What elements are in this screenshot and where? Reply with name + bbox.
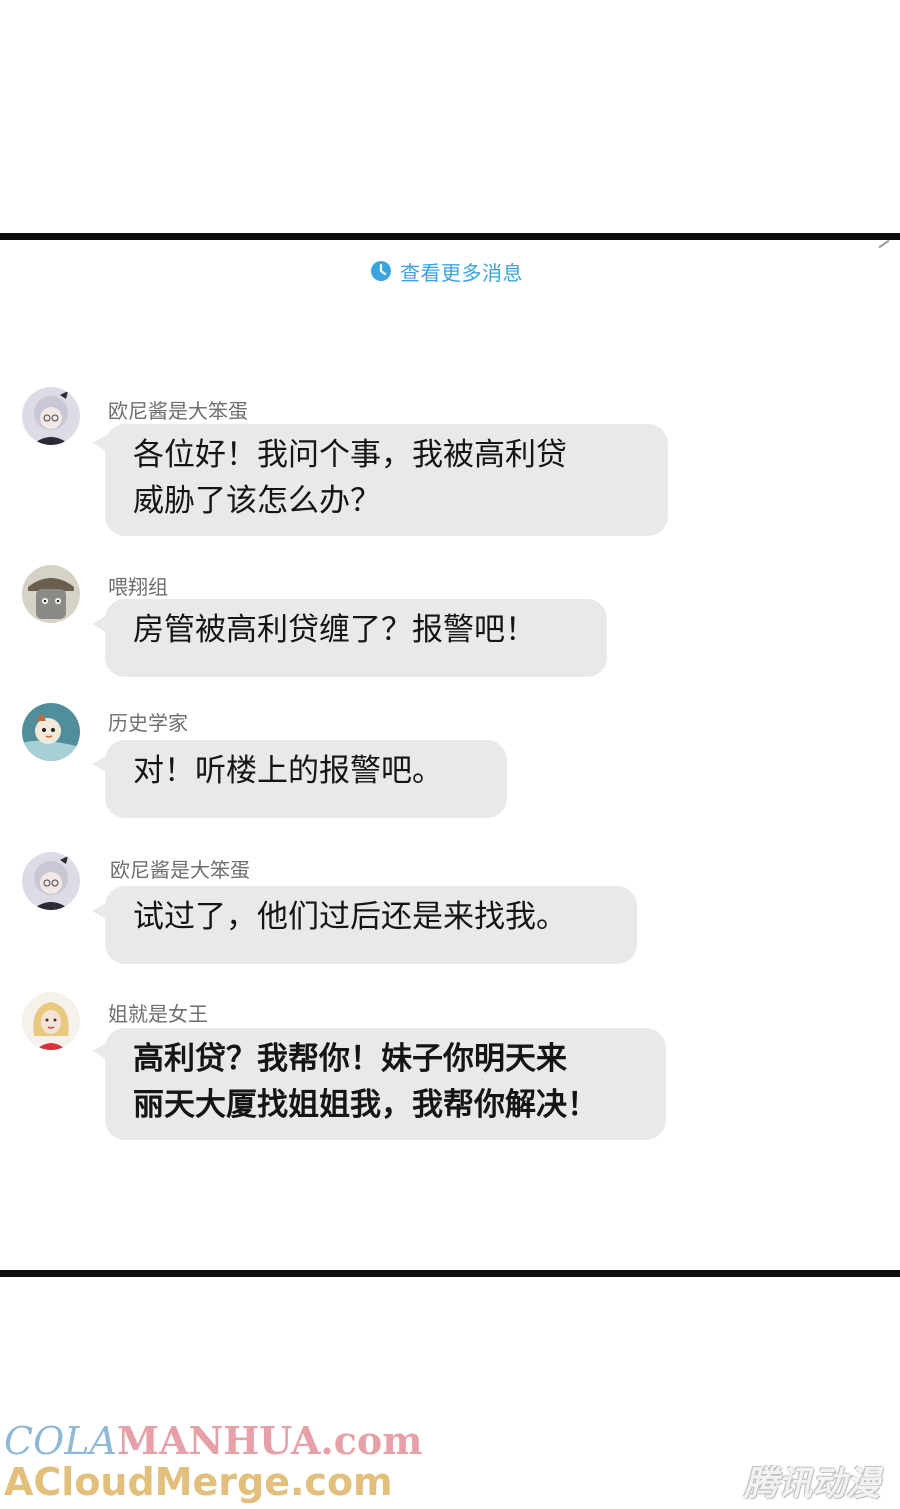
avatar[interactable] — [22, 703, 80, 761]
message-line: 试过了，他们过后还是来找我。 — [133, 899, 567, 935]
watermark-line-1: COLAMANHUA.com — [4, 1418, 422, 1463]
watermark-line-2: ACloudMerge.com — [4, 1460, 393, 1504]
avatar-cartoon-figure-icon — [22, 565, 80, 623]
message-line: 房管被高利贷缠了？报警吧！ — [133, 612, 536, 648]
avatar[interactable] — [22, 565, 80, 623]
avatar[interactable] — [22, 992, 80, 1050]
sender-name: 欧尼酱是大笨蛋 — [110, 858, 250, 882]
message-line: 对！听楼上的报警吧。 — [133, 753, 443, 789]
message-bubble[interactable]: 房管被高利贷缠了？报警吧！ — [105, 599, 607, 677]
bottom-divider — [0, 1270, 900, 1277]
watermark-part-b: MANHUA.com — [116, 1418, 423, 1463]
message-line: 各位好！我问个事，我被高利贷 — [133, 437, 567, 473]
message-line: 威胁了该怎么办？ — [133, 483, 381, 519]
message-bubble[interactable]: 试过了，他们过后还是来找我。 — [105, 886, 637, 964]
message-line: 高利贷？我帮你！妹子你明天来 — [133, 1041, 567, 1077]
message-line: 丽天大厦找姐姐我，我帮你解决！ — [133, 1087, 598, 1123]
avatar-cartoon-animal-icon — [22, 703, 80, 761]
sender-name: 喂翔组 — [108, 575, 168, 599]
view-more-messages-label: 查看更多消息 — [400, 260, 523, 285]
top-divider — [0, 233, 900, 240]
message-bubble[interactable]: 对！听楼上的报警吧。 — [105, 740, 507, 818]
view-more-messages-link[interactable]: 查看更多消息 — [370, 256, 523, 286]
watermark-part-a: COLA — [4, 1419, 117, 1463]
sender-name: 姐就是女王 — [108, 1002, 208, 1026]
avatar[interactable] — [22, 852, 80, 910]
avatar-silver-hair-girl-icon — [22, 387, 80, 445]
corner-mark — [878, 239, 890, 249]
comic-page: 查看更多消息 欧尼酱是大笨蛋 各位好！我问个事，我被高利贷 威胁了该怎么办？ 喂… — [0, 0, 900, 1509]
message-bubble[interactable]: 高利贷？我帮你！妹子你明天来 丽天大厦找姐姐我，我帮你解决！ — [105, 1028, 666, 1140]
sender-name: 欧尼酱是大笨蛋 — [108, 399, 248, 423]
brand-watermark: 腾讯动漫 — [744, 1464, 880, 1504]
message-bubble[interactable]: 各位好！我问个事，我被高利贷 威胁了该怎么办？ — [105, 424, 668, 536]
clock-icon — [371, 261, 391, 281]
avatar-blonde-woman-icon — [22, 992, 80, 1050]
sender-name: 历史学家 — [108, 711, 188, 735]
avatar-silver-hair-girl-icon — [22, 852, 80, 910]
avatar[interactable] — [22, 387, 80, 445]
